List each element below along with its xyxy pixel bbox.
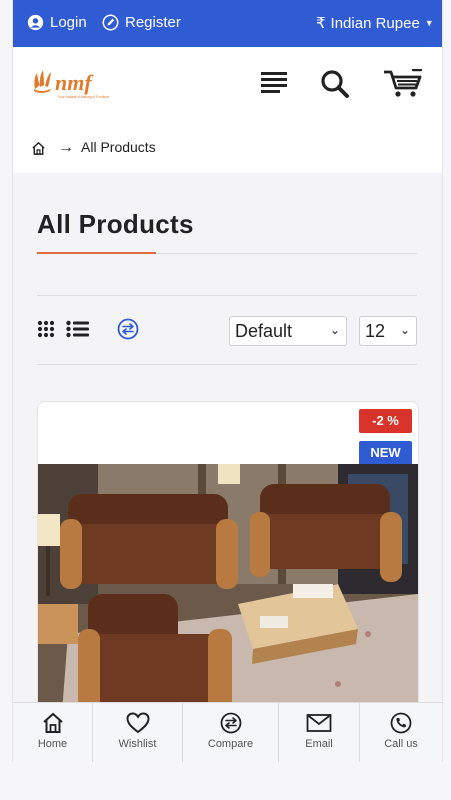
breadcrumb-separator: →	[58, 139, 74, 156]
per-page-select[interactable]: 12 ⌄	[359, 316, 417, 346]
logo-text: nmf	[55, 70, 94, 95]
heart-icon	[125, 712, 150, 734]
home-icon	[42, 712, 63, 733]
nav-email-label: Email	[305, 738, 333, 750]
top-bar: Login Register ₹ Indian Rupee ▼	[13, 0, 442, 47]
compare-icon	[220, 712, 241, 734]
title-accent-line	[37, 252, 156, 254]
mail-icon	[306, 714, 332, 732]
nav-home[interactable]: Home	[13, 703, 93, 762]
nav-compare[interactable]: Compare	[183, 703, 279, 762]
nav-call[interactable]: Call us	[360, 703, 442, 762]
chevron-down-icon: ⌄	[329, 323, 340, 337]
edit-icon	[102, 14, 119, 31]
chevron-down-icon: ⌄	[399, 323, 410, 337]
menu-icon[interactable]	[260, 69, 288, 95]
breadcrumb-current: All Products	[81, 139, 156, 155]
grid-view-icon[interactable]	[37, 320, 55, 338]
search-icon[interactable]	[320, 69, 350, 99]
new-badge: NEW	[359, 441, 412, 465]
toolbar-divider-top	[37, 295, 417, 296]
discount-badge: -2 %	[359, 409, 412, 433]
login-label: Login	[50, 14, 87, 31]
list-view-icon[interactable]	[66, 320, 90, 338]
page-title: All Products	[37, 209, 194, 239]
product-listing: All Products Default ⌄ 12 ⌄ -2 % NEW	[13, 173, 442, 762]
nav-email[interactable]: Email	[279, 703, 360, 762]
brand-logo[interactable]: nmf Your Natural of Making of Furniture	[31, 67, 121, 103]
user-icon	[27, 14, 44, 31]
toolbar-divider-bottom	[37, 364, 417, 365]
per-page-value: 12	[365, 320, 386, 341]
app-frame: Login Register ₹ Indian Rupee ▼ nmf Your…	[12, 0, 443, 762]
currency-label: Indian Rupee	[330, 14, 420, 32]
nav-call-label: Call us	[384, 738, 418, 750]
nav-wishlist[interactable]: Wishlist	[93, 703, 183, 762]
breadcrumb: → All Products	[13, 123, 442, 173]
compare-icon[interactable]	[117, 318, 139, 340]
bottom-navigation: Home Wishlist Compare Email Call us	[13, 702, 442, 762]
nav-compare-label: Compare	[207, 738, 254, 750]
nav-wishlist-label: Wishlist	[118, 738, 157, 750]
register-link[interactable]: Register	[102, 14, 181, 31]
site-header: nmf Your Natural of Making of Furniture	[13, 47, 442, 123]
cart-icon[interactable]	[383, 69, 423, 99]
home-icon[interactable]	[31, 141, 46, 156]
currency-selector[interactable]: ₹ Indian Rupee ▼	[316, 14, 434, 33]
sort-select[interactable]: Default ⌄	[229, 316, 347, 346]
logo-tagline: Your Natural of Making of Furniture	[58, 95, 109, 99]
currency-symbol: ₹	[316, 15, 326, 32]
register-label: Register	[125, 14, 181, 31]
phone-icon	[390, 712, 412, 734]
sort-value: Default	[235, 320, 293, 341]
caret-down-icon: ▼	[424, 18, 434, 28]
login-link[interactable]: Login	[27, 14, 87, 31]
nav-home-label: Home	[37, 738, 68, 750]
